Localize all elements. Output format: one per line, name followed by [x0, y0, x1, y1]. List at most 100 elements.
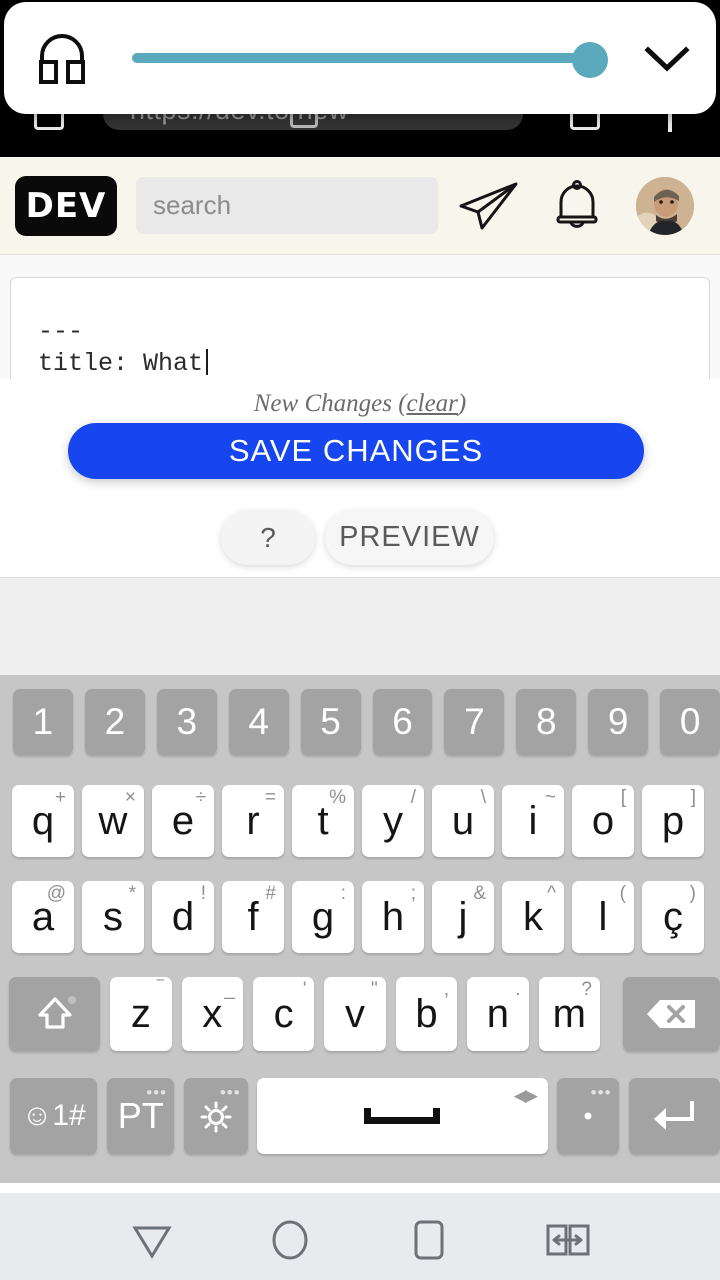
backspace-icon[interactable]	[622, 977, 720, 1051]
key-b[interactable]: ,b	[395, 977, 458, 1051]
key-8[interactable]: 8	[516, 689, 577, 755]
key-p[interactable]: ] p	[642, 785, 704, 857]
new-changes-prefix: New Changes (	[253, 390, 407, 417]
symbols-key-label: ☺1#	[21, 1099, 86, 1132]
key-t[interactable]: % t	[292, 785, 354, 857]
key-g-sup: :	[340, 883, 346, 904]
period-key[interactable]: •••	[556, 1078, 619, 1154]
key-s-sup: *	[128, 883, 136, 904]
key-h[interactable]: ; h	[362, 881, 424, 953]
editor-line-1: ---	[38, 317, 84, 346]
key-f[interactable]: # f	[222, 881, 284, 953]
key-ccedilla[interactable]: ) ç	[642, 881, 704, 953]
key-y-sup: /	[410, 787, 416, 808]
paper-plane-icon[interactable]	[458, 180, 520, 232]
enter-icon[interactable]	[628, 1078, 720, 1154]
volume-slider[interactable]	[132, 42, 612, 78]
key-ccedilla-sup: )	[689, 883, 696, 904]
help-button[interactable]: ?	[221, 510, 315, 565]
bell-icon[interactable]	[548, 176, 606, 234]
volume-slider-track	[132, 53, 600, 63]
key-f-sup: #	[265, 883, 276, 904]
key-c[interactable]: ' c	[252, 977, 315, 1051]
key-l-sup: (	[619, 883, 626, 904]
volume-panel	[4, 2, 716, 114]
key-n[interactable]: .n	[467, 977, 529, 1051]
key-k-label: k	[523, 894, 543, 939]
key-9[interactable]: 9	[588, 689, 649, 755]
keyboard-row-numbers: 1 2 3 4 5 6 7 8 9 0	[0, 689, 720, 755]
key-t-sup: %	[329, 787, 346, 808]
language-key[interactable]: ••• PT	[107, 1078, 175, 1154]
key-w[interactable]: × w	[82, 785, 144, 857]
chevron-down-icon[interactable]	[640, 40, 694, 76]
text-caret	[206, 349, 209, 375]
key-q[interactable]: + q	[12, 785, 74, 857]
key-s-label: s	[103, 894, 123, 939]
gear-key-dots: •••	[219, 1083, 241, 1102]
key-g-label: g	[311, 894, 335, 939]
key-r[interactable]: = r	[222, 785, 284, 857]
key-m[interactable]: ? m	[538, 977, 600, 1051]
key-7[interactable]: 7	[444, 689, 505, 755]
editor-line-2: title: What	[38, 349, 204, 378]
back-triangle-icon[interactable]	[120, 1215, 184, 1265]
preview-button[interactable]: PREVIEW	[325, 510, 494, 565]
period-glyph	[584, 1112, 592, 1120]
key-w-label: w	[98, 798, 128, 843]
key-e[interactable]: ÷ e	[152, 785, 214, 857]
key-x-sup: _	[224, 979, 235, 1000]
key-d[interactable]: ! d	[152, 881, 214, 953]
key-z-label: z	[130, 991, 151, 1036]
symbols-key[interactable]: ☺1#	[10, 1078, 98, 1154]
key-z[interactable]: ‾ z	[110, 977, 172, 1051]
key-j-sup: &	[473, 883, 486, 904]
key-k-sup: ^	[547, 883, 556, 904]
key-0[interactable]: 0	[660, 689, 720, 755]
key-5[interactable]: 5	[300, 689, 361, 755]
key-l-label: l	[598, 894, 608, 939]
key-g[interactable]: :g	[292, 881, 354, 953]
key-k[interactable]: ^ k	[502, 881, 564, 953]
key-p-sup: ]	[690, 787, 696, 808]
key-6[interactable]: 6	[372, 689, 433, 755]
new-changes-status: New Changes (clear)	[0, 390, 720, 418]
key-e-label: e	[171, 798, 195, 843]
key-e-sup: ÷	[195, 787, 206, 808]
key-2[interactable]: 2	[84, 689, 145, 755]
clear-link[interactable]: clear	[407, 390, 458, 417]
switch-app-icon[interactable]	[537, 1215, 601, 1265]
keyboard-row-function: ☺1# ••• PT ••• ◀▶ •••	[0, 1078, 720, 1154]
key-a[interactable]: @ a	[12, 881, 74, 953]
key-v[interactable]: " v	[324, 977, 386, 1051]
key-4[interactable]: 4	[228, 689, 289, 755]
space-key[interactable]: ◀▶	[256, 1078, 548, 1154]
key-u-label: u	[451, 798, 475, 843]
key-z-sup: ‾	[157, 979, 164, 1000]
key-j[interactable]: & j	[432, 881, 494, 953]
key-y[interactable]: / y	[362, 785, 424, 857]
home-circle-icon[interactable]	[258, 1215, 322, 1265]
key-x[interactable]: _ x	[181, 977, 243, 1051]
cursor-arrows-icon[interactable]: ◀▶	[514, 1086, 538, 1106]
shift-icon[interactable]	[9, 977, 101, 1051]
save-changes-button[interactable]: SAVE CHANGES	[68, 423, 644, 479]
search-input[interactable]	[136, 177, 438, 234]
key-s[interactable]: * s	[82, 881, 144, 953]
avatar[interactable]	[636, 177, 694, 235]
key-i[interactable]: ~ i	[502, 785, 564, 857]
volume-slider-thumb[interactable]	[572, 42, 608, 78]
key-l[interactable]: (l	[572, 881, 634, 953]
key-d-sup: !	[200, 883, 206, 904]
key-1[interactable]: 1	[13, 689, 73, 755]
gear-icon[interactable]: •••	[184, 1078, 248, 1154]
key-x-label: x	[202, 991, 223, 1036]
key-d-label: d	[171, 894, 195, 939]
editor-content[interactable]: --- title: What	[38, 316, 678, 380]
key-u[interactable]: \ u	[432, 785, 494, 857]
key-ccedilla-label: ç	[663, 894, 683, 939]
key-o[interactable]: [o	[572, 785, 634, 857]
key-3[interactable]: 3	[156, 689, 217, 755]
dev-logo[interactable]: DEV	[15, 176, 117, 236]
recents-square-icon[interactable]	[397, 1215, 461, 1265]
